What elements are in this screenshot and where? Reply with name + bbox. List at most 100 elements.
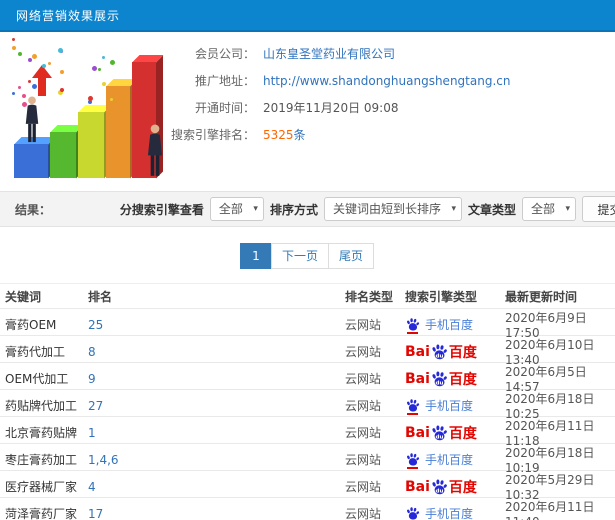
filter-bar: 结果： 分搜索引擎查看 全部 ▾ 排序方式 关键词由短到长排序 ▾ 文章类型 全部 ▾… [0,191,615,227]
baidu-paw-icon: du [432,425,447,440]
mobile-baidu-badge: 手机百度 [405,451,473,469]
column-header: 排名类型 [345,289,394,304]
table-row: 枣庄膏药加工 1,4,6 云网站 手机百度 2020年6月18日 10:19 [0,444,615,475]
rank-link[interactable]: 17 [88,507,103,520]
pagination: 1 下一页 尾页 [0,243,615,269]
rank-link[interactable]: 1 [88,426,96,440]
filter-controls: 分搜索引擎查看 全部▾ 排序方式 关键词由短到长排序▾ 文章类型 全部▾ 提交 [120,196,615,222]
column-header: 搜索引擎类型 [405,289,478,304]
submit-button[interactable]: 提交 [582,196,615,222]
confetti-dot [60,88,64,92]
engine-select[interactable]: 全部 ▾ [209,197,264,221]
info-row: 搜索引擎排名： 5325条 [160,121,510,148]
confetti-dot [88,96,93,101]
keyword-cell: OEM代加工 [5,372,69,386]
rank-link[interactable]: 9 [88,372,96,386]
confetti-dot [28,58,32,62]
result-label: 结果： [15,202,52,217]
page: 网络营销效果展示 会员公司： 山东皇圣堂药业有限公司 推广地址： http://… [0,0,615,520]
table-row: 菏泽膏药厂家 17 云网站 手机百度 2020年6月11日 11:40 [0,498,615,520]
svg-text:du: du [435,488,443,494]
sort-select[interactable]: 关键词由短到长排序 ▾ [323,197,462,221]
confetti-dot [32,54,37,59]
svg-text:du: du [435,434,443,440]
confetti-dot [18,52,22,56]
confetti-dot [98,68,101,71]
red-underline [407,332,418,334]
info-section: 会员公司： 山东皇圣堂药业有限公司 推广地址： http://www.shand… [0,32,615,191]
info-value[interactable]: 山东皇圣堂药业有限公司 [263,45,395,62]
rank-link[interactable]: 27 [88,399,103,413]
baidu-paw-icon: du [432,479,447,494]
baidu-paw-icon: du [432,344,447,359]
search-engine-cell: 手机百度 [405,451,505,469]
chart-bar [78,105,111,178]
info-value: 5325条 [263,128,306,142]
rank-link[interactable]: 1,4,6 [88,453,119,467]
baidu-paw-icon [407,399,420,412]
rank-cell: 17 [88,507,345,520]
table-header-row: 关键词 排名 排名类型 搜索引擎类型 最新更新时间 [0,283,615,309]
keyword-cell: 膏药OEM [5,318,57,332]
rank-link[interactable]: 8 [88,345,96,359]
info-label: 推广地址： [194,74,255,88]
confetti-dot [42,64,46,68]
next-page-button[interactable]: 下一页 [270,243,329,269]
rank-type-cell: 云网站 [345,318,382,332]
rank-type-cell: 云网站 [345,480,382,494]
search-engine-cell: 手机百度 [405,397,505,415]
rank-type-cell: 云网站 [345,453,382,467]
info-value: 2019年11月20日 09:08 [263,101,399,115]
rank-cell: 8 [88,345,345,359]
page-title: 网络营销效果展示 [16,8,121,23]
keyword-cell: 膏药代加工 [5,345,66,359]
keyword-cell: 北京膏药贴牌 [5,426,78,440]
confetti-dot [58,48,63,53]
table-row: OEM代加工 9 云网站 Bai du 百度 2020年6月5日 14:57 [0,363,615,394]
confetti-dot [110,98,113,101]
article-type-select[interactable]: 全部 ▾ [521,197,576,221]
svg-text:du: du [435,380,443,386]
mobile-baidu-badge: 手机百度 [405,316,473,334]
rank-link[interactable]: 25 [88,318,103,332]
search-engine-cell: Bai du 百度 [405,423,505,443]
last-page-button[interactable]: 尾页 [328,243,375,269]
mobile-baidu-badge: 手机百度 [405,505,473,520]
table-row: 北京膏药贴牌 1 云网站 Bai du 百度 2020年6月11日 11:18 [0,417,615,448]
rank-cell: 4 [88,480,345,494]
confetti-dot [12,92,15,95]
marketing-chart-illustration [6,36,186,184]
baidu-logo: Bai du 百度 [405,370,477,388]
search-engine-cell: 手机百度 [405,505,505,520]
info-value[interactable]: http://www.shandonghuangshengtang.cn [263,74,510,88]
red-underline [407,467,418,469]
confetti-dot [18,86,21,89]
search-engine-cell: 手机百度 [405,316,505,334]
info-label: 开通时间： [194,101,255,115]
rank-link[interactable]: 4 [88,480,96,494]
confetti-dot [102,82,106,86]
info-label: 搜索引擎排名： [170,128,255,142]
search-engine-cell: Bai du 百度 [405,342,505,362]
column-header: 关键词 [5,289,42,304]
baidu-paw-icon [407,318,420,331]
confetti-dot [48,62,51,65]
column-header: 排名 [88,289,113,304]
confetti-dot [110,60,115,65]
info-row: 开通时间： 2019年11月20日 09:08 [160,94,510,121]
update-time-cell: 2020年6月11日 11:40 [505,500,595,520]
rank-type-cell: 云网站 [345,507,382,520]
page-header: 网络营销效果展示 [0,0,615,32]
column-header: 最新更新时间 [505,289,578,304]
rank-cell: 9 [88,372,345,386]
confetti-dot [92,66,97,71]
info-label: 会员公司： [194,47,255,61]
keyword-cell: 医疗器械厂家 [5,480,78,494]
table-row: 膏药OEM 25 云网站 手机百度 2020年6月9日 17:50 [0,309,615,340]
rank-type-cell: 云网站 [345,345,382,359]
confetti-dot [22,102,27,107]
search-engine-cell: Bai du 百度 [405,369,505,389]
page-1-button[interactable]: 1 [239,243,272,269]
info-row: 会员公司： 山东皇圣堂药业有限公司 [160,40,510,67]
article-type-label: 文章类型 [467,202,516,217]
